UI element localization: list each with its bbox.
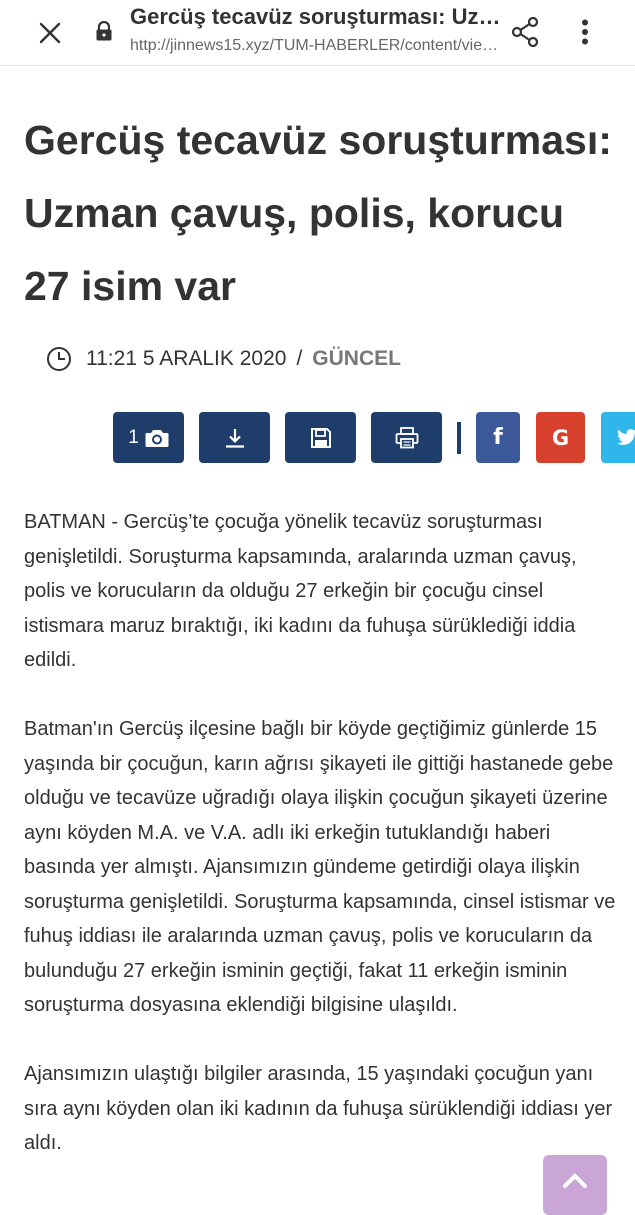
print-icon	[395, 426, 418, 448]
article-paragraph: Batman'ın Gercüş ilçesine bağlı bir köyd…	[24, 718, 616, 1016]
article-headline: Gercüş tecavüz soruşturması: Uzman çavuş…	[24, 117, 612, 309]
print-button[interactable]	[371, 412, 442, 463]
save-icon	[310, 427, 331, 448]
download-button[interactable]	[199, 412, 270, 463]
share-icon	[511, 17, 539, 47]
article-paragraph: Ajansımızın ulaştığı bilgiler arasında, …	[24, 1063, 613, 1154]
twitter-icon	[617, 428, 635, 445]
share-button[interactable]	[506, 13, 544, 51]
article-body: BATMAN - Gercüş’te çocuğa yönelik tecavü…	[24, 505, 619, 1195]
download-icon	[225, 428, 244, 448]
article-paragraph: BATMAN - Gercüş’te çocuğa yönelik tecavü…	[24, 511, 577, 671]
close-button[interactable]	[30, 13, 70, 53]
share-google-button[interactable]: G	[536, 412, 585, 463]
chevron-up-icon	[563, 1173, 587, 1188]
scroll-to-top-button[interactable]	[543, 1155, 607, 1215]
share-facebook-button[interactable]: f	[476, 412, 520, 463]
camera-icon	[145, 429, 169, 447]
browser-page-title: Gercüş tecavüz soruşturması: Uzman çavuş…	[130, 4, 505, 29]
share-twitter-button[interactable]	[601, 412, 635, 463]
google-icon: G	[551, 425, 570, 450]
meta-separator: /	[296, 347, 303, 370]
browser-top-bar: Gercüş tecavüz soruşturması: Uzman çavuş…	[0, 0, 635, 66]
photo-gallery-button[interactable]: 1	[113, 412, 184, 463]
close-icon	[39, 22, 61, 44]
browser-url[interactable]: http://jinnews15.xyz/TUM-HABERLER/conten…	[130, 37, 505, 55]
article-time: 11:21	[86, 347, 137, 370]
article-date: 5 ARALIK 2020	[142, 347, 287, 370]
facebook-icon: f	[493, 425, 503, 450]
more-vertical-icon	[582, 19, 588, 45]
article-category[interactable]: GÜNCEL	[312, 347, 401, 371]
overflow-menu-button[interactable]	[567, 13, 603, 51]
article-meta: 11:21 5 ARALIK 2020 / GÜNCEL	[46, 342, 401, 376]
save-button[interactable]	[285, 412, 356, 463]
photo-count: 1	[128, 426, 139, 448]
lock-icon	[95, 20, 113, 41]
toolbar-divider	[457, 421, 461, 454]
clock-icon	[47, 347, 71, 371]
article-toolbar: 1 f G	[113, 412, 635, 463]
